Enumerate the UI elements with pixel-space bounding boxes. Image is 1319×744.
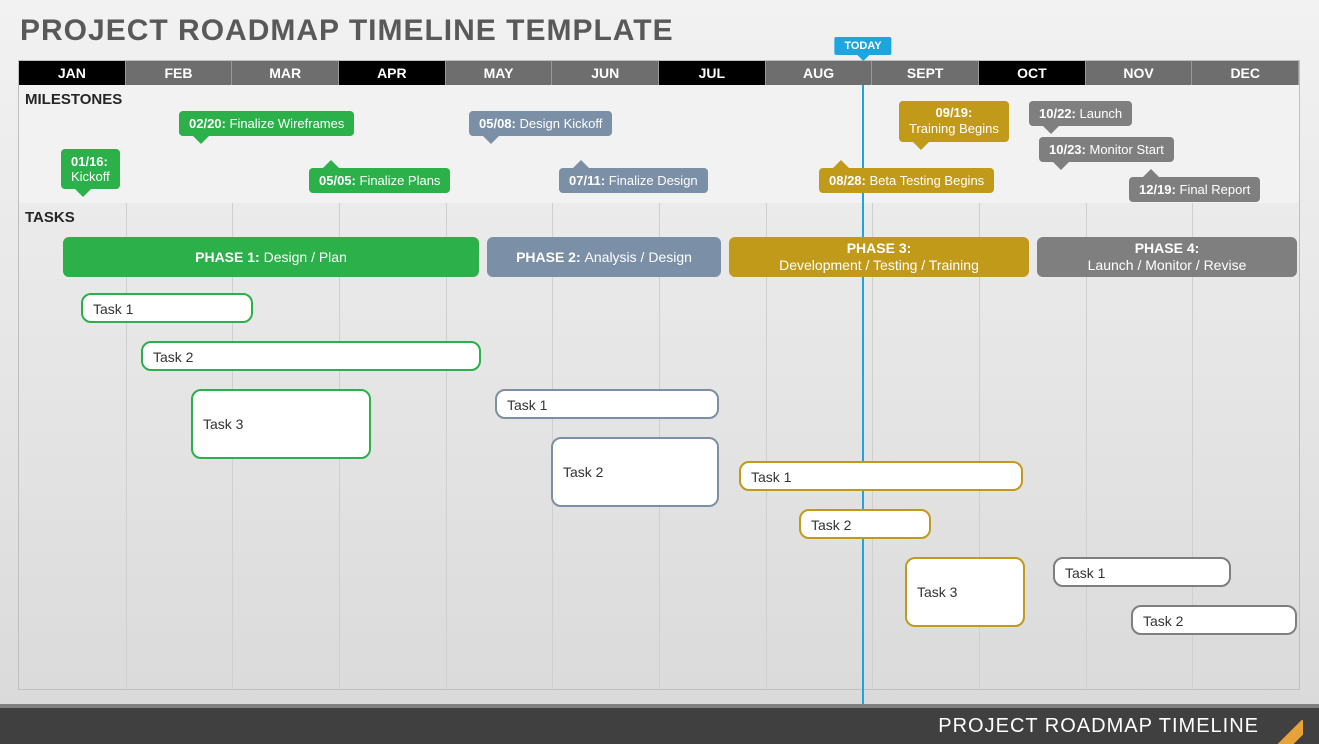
page-title: PROJECT ROADMAP TIMELINE TEMPLATE: [0, 0, 1319, 58]
tasks-label: TASKS: [25, 209, 75, 226]
month-may: MAY: [446, 61, 553, 85]
milestone-launch: 10/22: Launch: [1029, 101, 1132, 126]
task-p1-1: Task 1: [81, 293, 253, 323]
month-aug: AUG: [766, 61, 873, 85]
footer-accent-icon: [1267, 708, 1303, 744]
footer-bar: PROJECT ROADMAP TIMELINE: [0, 704, 1319, 744]
month-mar: MAR: [232, 61, 339, 85]
milestones-label: MILESTONES: [25, 91, 122, 108]
task-p1-3: Task 3: [191, 389, 371, 459]
milestone-monitor-start: 10/23: Monitor Start: [1039, 137, 1174, 162]
task-p3-2: Task 2: [799, 509, 931, 539]
phase-4-bar: PHASE 4:Launch / Monitor / Revise: [1037, 237, 1297, 277]
task-p2-1: Task 1: [495, 389, 719, 419]
today-label: TODAY: [834, 37, 891, 55]
phase-3-bar: PHASE 3:Development / Testing / Training: [729, 237, 1029, 277]
phase-2-bar: PHASE 2: Analysis / Design: [487, 237, 721, 277]
month-jul: JUL: [659, 61, 766, 85]
month-feb: FEB: [126, 61, 233, 85]
milestone-final-report: 12/19: Final Report: [1129, 177, 1260, 202]
task-p3-1: Task 1: [739, 461, 1023, 491]
month-sept: SEPT: [872, 61, 979, 85]
milestone-design-kickoff: 05/08: Design Kickoff: [469, 111, 612, 136]
milestone-finalize-design: 07/11: Finalize Design: [559, 168, 708, 193]
month-jun: JUN: [552, 61, 659, 85]
milestone-kickoff: 01/16: Kickoff: [61, 149, 120, 189]
timeline-chart: JAN FEB MAR APR MAY JUN JUL AUG SEPT OCT…: [18, 60, 1300, 690]
month-apr: APR: [339, 61, 446, 85]
task-p1-2: Task 2: [141, 341, 481, 371]
milestone-training-begins: 09/19:Training Begins: [899, 101, 1009, 142]
milestone-finalize-plans: 05/05: Finalize Plans: [309, 168, 450, 193]
month-header: JAN FEB MAR APR MAY JUN JUL AUG SEPT OCT…: [19, 61, 1299, 85]
month-jan: JAN: [19, 61, 126, 85]
milestone-beta-testing: 08/28: Beta Testing Begins: [819, 168, 994, 193]
month-oct: OCT: [979, 61, 1086, 85]
task-p3-3: Task 3: [905, 557, 1025, 627]
task-p4-1: Task 1: [1053, 557, 1231, 587]
month-nov: NOV: [1086, 61, 1193, 85]
task-p4-2: Task 2: [1131, 605, 1297, 635]
milestone-wireframes: 02/20: Finalize Wireframes: [179, 111, 354, 136]
month-dec: DEC: [1192, 61, 1299, 85]
task-p2-2: Task 2: [551, 437, 719, 507]
footer-title: PROJECT ROADMAP TIMELINE: [938, 715, 1259, 738]
phase-1-bar: PHASE 1: Design / Plan: [63, 237, 479, 277]
